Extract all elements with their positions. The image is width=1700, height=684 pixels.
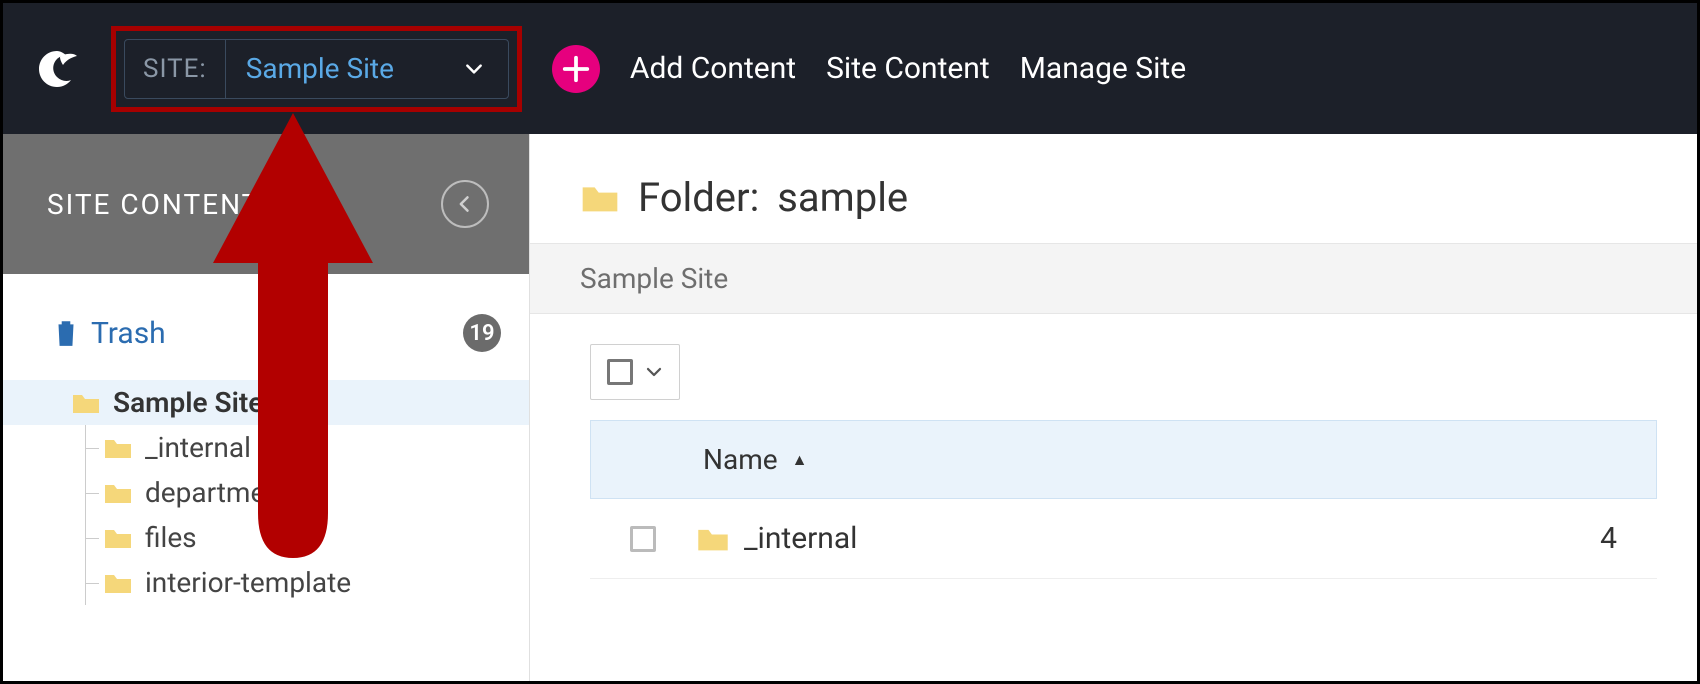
folder-icon	[103, 436, 133, 460]
tree-item-label: files	[145, 521, 197, 554]
chevron-left-icon	[455, 194, 475, 214]
row-name-label: _internal	[744, 521, 857, 556]
sidebar-trash-label: Trash	[91, 316, 166, 351]
top-bar: SITE: Sample Site Add Content Site Conte…	[3, 3, 1697, 134]
sidebar-title: SITE CONTENT	[47, 188, 260, 221]
sidebar-collapse-button[interactable]	[441, 180, 489, 228]
site-picker-highlight: SITE: Sample Site	[111, 26, 522, 112]
folder-icon	[696, 525, 730, 553]
page-title: Folder: sample	[530, 134, 1697, 243]
chevron-down-icon	[464, 59, 484, 79]
chevron-down-icon	[645, 363, 663, 381]
nav-add-content[interactable]: Add Content	[630, 51, 796, 86]
checkbox-icon	[607, 359, 633, 385]
table-header: Name ▲	[590, 420, 1657, 499]
breadcrumb-item: Sample Site	[580, 262, 728, 295]
nav-site-content[interactable]: Site Content	[826, 51, 990, 86]
breadcrumb[interactable]: Sample Site	[530, 243, 1697, 314]
folder-icon	[103, 571, 133, 595]
folder-icon	[580, 182, 620, 214]
select-all-dropdown[interactable]	[590, 344, 680, 400]
trash-icon	[53, 318, 79, 348]
tree-item-label: interior-template	[145, 566, 351, 599]
add-content-button-icon[interactable]	[552, 45, 600, 93]
site-picker[interactable]: SITE: Sample Site	[124, 39, 509, 99]
tree-item[interactable]: _internal	[3, 425, 529, 470]
sidebar-trash[interactable]: Trash 19	[3, 304, 529, 362]
tree-item-label: _internal	[145, 431, 251, 464]
sidebar-body: Trash 19 Sample Site _internal departmer	[3, 274, 529, 681]
column-header-name[interactable]: Name ▲	[631, 443, 807, 476]
tree-item-label: departmer	[145, 476, 275, 509]
nav-manage-site[interactable]: Manage Site	[1020, 51, 1186, 86]
tree-item[interactable]: files	[3, 515, 529, 560]
page-title-name: sample	[777, 174, 908, 221]
sort-asc-icon: ▲	[792, 450, 808, 470]
page-title-prefix: Folder:	[638, 174, 759, 221]
sidebar-header: SITE CONTENT	[3, 134, 529, 274]
sidebar-tree: Sample Site _internal departmer files in…	[3, 380, 529, 605]
tree-root[interactable]: Sample Site	[3, 380, 529, 425]
site-picker-value: Sample Site	[226, 52, 508, 85]
folder-icon	[71, 391, 101, 415]
trash-count-badge: 19	[463, 314, 501, 352]
row-checkbox[interactable]	[630, 526, 656, 552]
site-picker-label: SITE:	[125, 40, 226, 98]
sidebar: SITE CONTENT Trash 19 Sam	[3, 134, 530, 681]
tree-item[interactable]: interior-template	[3, 560, 529, 605]
row-count: 4	[1600, 521, 1617, 556]
main-panel: Folder: sample Sample Site Name ▲	[530, 134, 1697, 681]
row-name-cell: _internal	[696, 521, 857, 556]
tree-root-label: Sample Site	[113, 386, 263, 419]
table-body: _internal 4	[590, 499, 1657, 579]
body: SITE CONTENT Trash 19 Sam	[3, 134, 1697, 681]
table-row[interactable]: _internal 4	[590, 499, 1657, 579]
folder-icon	[103, 481, 133, 505]
app-logo	[33, 45, 81, 93]
plus-icon	[561, 54, 591, 84]
column-header-name-label: Name	[703, 443, 778, 476]
folder-icon	[103, 526, 133, 550]
toolbar	[530, 314, 1697, 420]
site-picker-value-text: Sample Site	[246, 52, 394, 85]
tree-item[interactable]: departmer	[3, 470, 529, 515]
